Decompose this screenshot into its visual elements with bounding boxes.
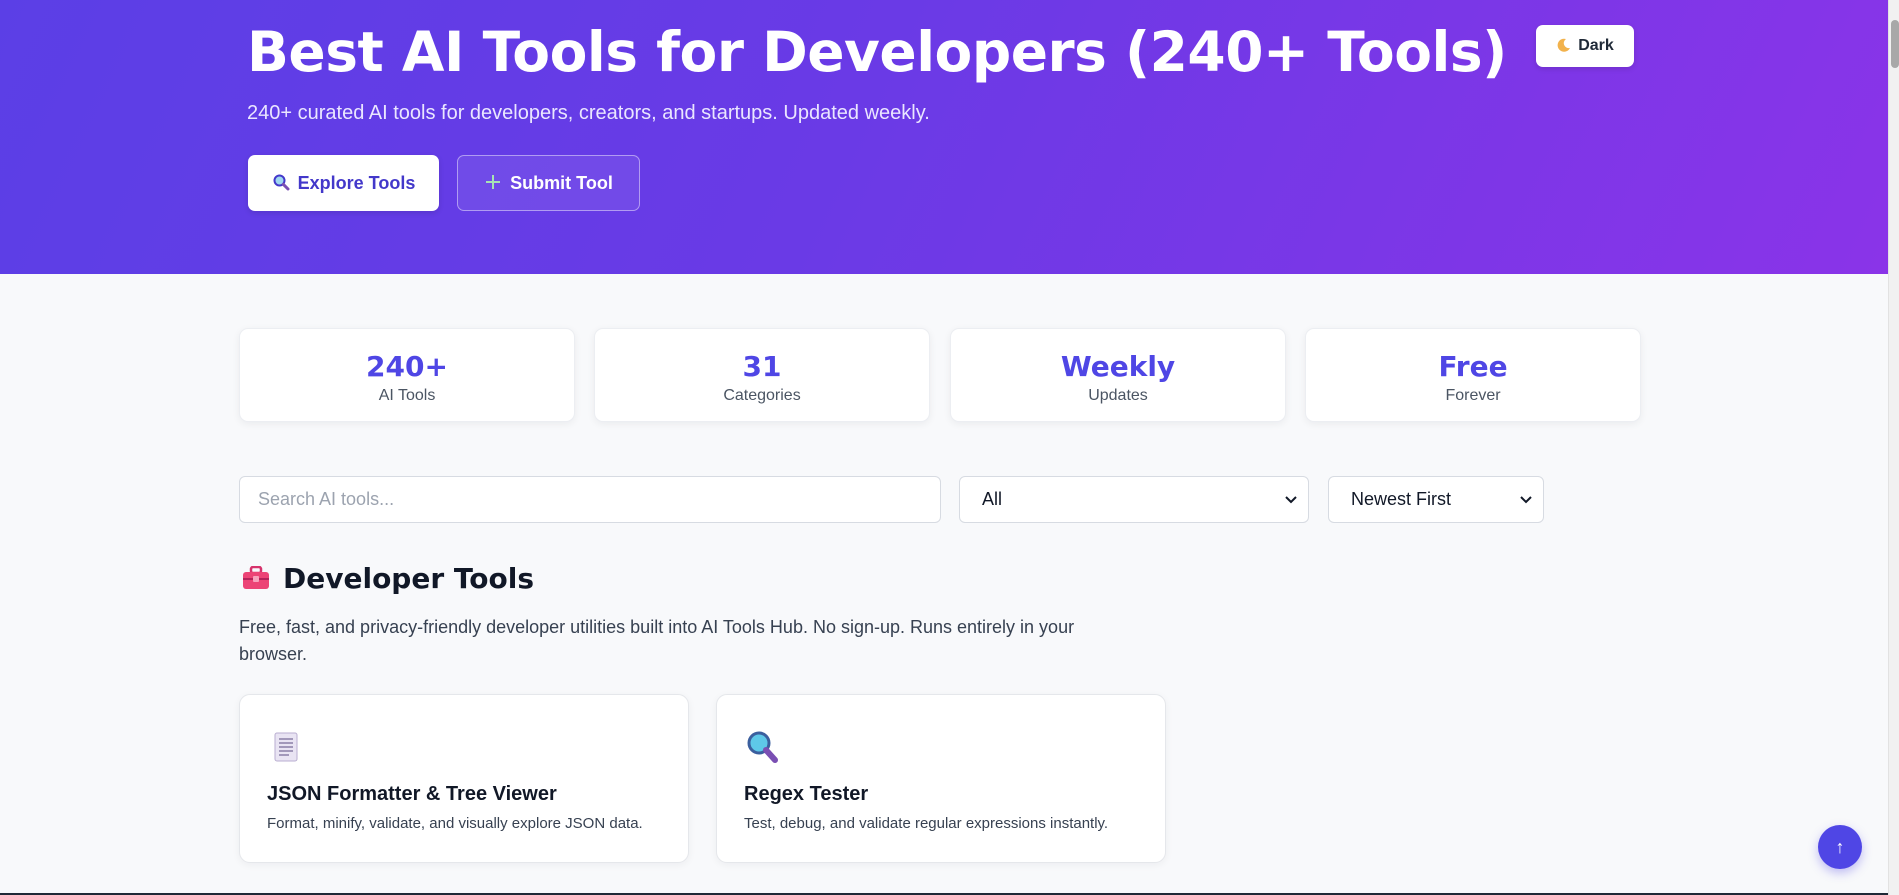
moon-icon bbox=[1556, 37, 1572, 56]
stat-card-price: Free Forever bbox=[1305, 328, 1641, 422]
stat-label: AI Tools bbox=[378, 387, 436, 404]
category-select-value: All bbox=[982, 489, 1003, 509]
tool-card-title: JSON Formatter & Tree Viewer bbox=[267, 783, 557, 805]
hero-banner: Best AI Tools for Developers (240+ Tools… bbox=[0, 0, 1888, 274]
section-title: Developer Tools bbox=[283, 562, 535, 595]
page-title: Best AI Tools for Developers (240+ Tools… bbox=[247, 20, 1507, 84]
dark-mode-toggle[interactable]: Dark bbox=[1536, 25, 1634, 67]
arrow-up-icon: ↑ bbox=[1835, 836, 1845, 857]
tool-card-description: Format, minify, validate, and visually e… bbox=[267, 815, 643, 832]
section-description: Free, fast, and privacy-friendly develop… bbox=[239, 617, 1075, 664]
search-input[interactable] bbox=[239, 476, 941, 523]
stat-label: Categories bbox=[723, 387, 801, 404]
plus-icon bbox=[484, 173, 502, 194]
stat-card-categories: 31 Categories bbox=[594, 328, 930, 422]
tool-card-description: Test, debug, and validate regular expres… bbox=[744, 815, 1109, 832]
explore-tools-button[interactable]: Explore Tools bbox=[248, 155, 439, 211]
hero-subtitle: 240+ curated AI tools for developers, cr… bbox=[247, 102, 930, 124]
stat-value: Weekly bbox=[1060, 350, 1176, 383]
chevron-down-icon bbox=[1284, 492, 1298, 508]
scroll-to-top-button[interactable]: ↑ bbox=[1818, 825, 1862, 869]
stat-card-tools: 240+ AI Tools bbox=[239, 328, 575, 422]
submit-tool-button[interactable]: Submit Tool bbox=[457, 155, 640, 211]
dark-mode-label: Dark bbox=[1578, 37, 1614, 54]
magnifier-icon bbox=[272, 173, 290, 194]
document-icon bbox=[267, 727, 303, 767]
chevron-down-icon bbox=[1519, 492, 1533, 508]
stat-value: Free bbox=[1438, 350, 1508, 383]
scrollbar-thumb[interactable] bbox=[1891, 20, 1899, 68]
page-scrollbar[interactable] bbox=[1888, 0, 1899, 895]
tool-card-title: Regex Tester bbox=[744, 783, 869, 805]
category-select[interactable]: All bbox=[959, 476, 1309, 523]
magnifier-icon bbox=[744, 727, 780, 767]
stat-label: Updates bbox=[1088, 387, 1148, 404]
tool-card-json-formatter[interactable]: JSON Formatter & Tree Viewer Format, min… bbox=[239, 694, 689, 863]
stat-label: Forever bbox=[1445, 387, 1501, 404]
explore-tools-label: Explore Tools bbox=[297, 172, 416, 193]
stat-card-updates: Weekly Updates bbox=[950, 328, 1286, 422]
stat-value: 31 bbox=[742, 350, 782, 383]
sort-select[interactable]: Newest First bbox=[1328, 476, 1544, 523]
tool-card-regex-tester[interactable]: Regex Tester Test, debug, and validate r… bbox=[716, 694, 1166, 863]
stat-value: 240+ bbox=[366, 350, 448, 383]
submit-tool-label: Submit Tool bbox=[510, 172, 613, 193]
sort-select-value: Newest First bbox=[1351, 489, 1452, 509]
toolbox-icon bbox=[242, 565, 270, 590]
